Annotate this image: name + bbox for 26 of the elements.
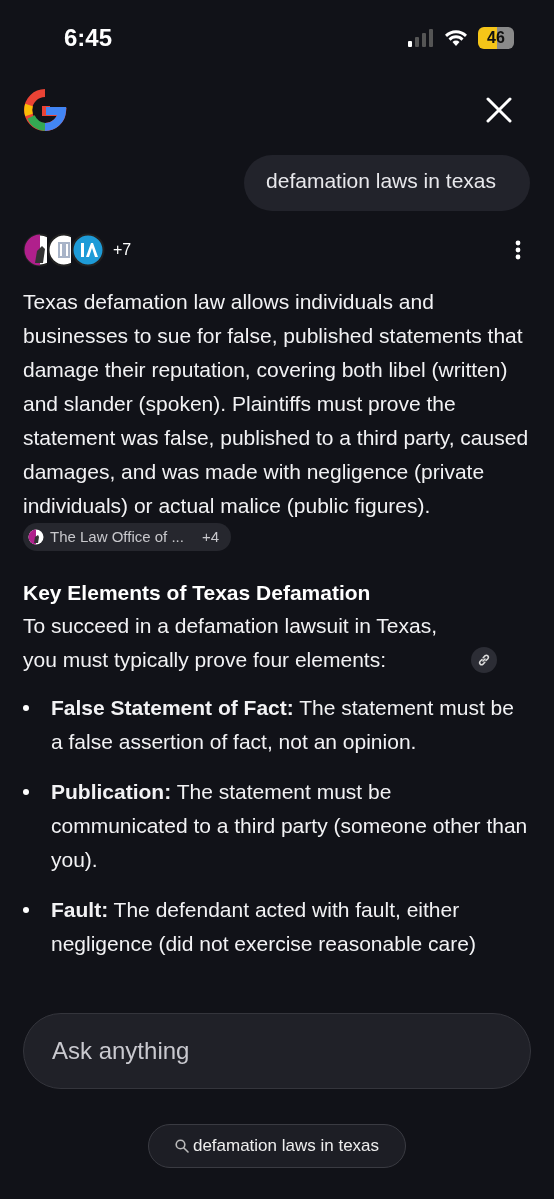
close-icon[interactable] (486, 97, 512, 123)
bullet-text: Fault: The defendant acted with fault, either negligence (did not exercise reasonable care) (51, 897, 477, 957)
bullet-dot (23, 705, 29, 711)
signal-icon (408, 28, 434, 47)
section-heading: Key Elements of Texas Defamation (23, 581, 372, 605)
link-button[interactable] (471, 647, 497, 673)
status-time: 6:45 (64, 23, 113, 52)
answer-text: Texas defamation law allows individuals and businesses to sue for false, published statements that damage their reputation, covering both libel (written) and slander (spoken). Plaintiffs must prove the statement was false, published to a third party, caused damages, and was made with negligence (private individuals) or actual malice (public figures). (23, 290, 529, 517)
search-icon (174, 1139, 189, 1153)
more-options-icon[interactable] (515, 240, 521, 260)
bullet-dot (23, 907, 29, 913)
source-icon (28, 529, 44, 545)
link-icon (477, 653, 491, 667)
intro-text: To succeed in a defamation lawsuit in Texas, you must typically prove four elements: (23, 613, 438, 673)
google-logo-icon (22, 87, 68, 133)
bullet-dot (23, 789, 29, 795)
bullet-text: Publication: The statement must be communicated to a third party (someone other than you). (51, 779, 529, 873)
query-bubble: defamation laws in texas (244, 155, 530, 211)
ask-input[interactable]: Ask anything (23, 1013, 531, 1089)
battery-icon: 46 (478, 26, 514, 49)
source-count[interactable]: +7 (113, 241, 132, 259)
wifi-icon (444, 28, 468, 47)
citation-chip[interactable]: The Law Office of ... +4 (23, 523, 232, 551)
bullet-text: False Statement of Fact: The statement must be a false assertion of fact, not an opinion. (51, 695, 515, 755)
source-icon[interactable] (71, 233, 105, 267)
suggestion-chip[interactable]: defamation laws in texas (147, 1124, 407, 1168)
